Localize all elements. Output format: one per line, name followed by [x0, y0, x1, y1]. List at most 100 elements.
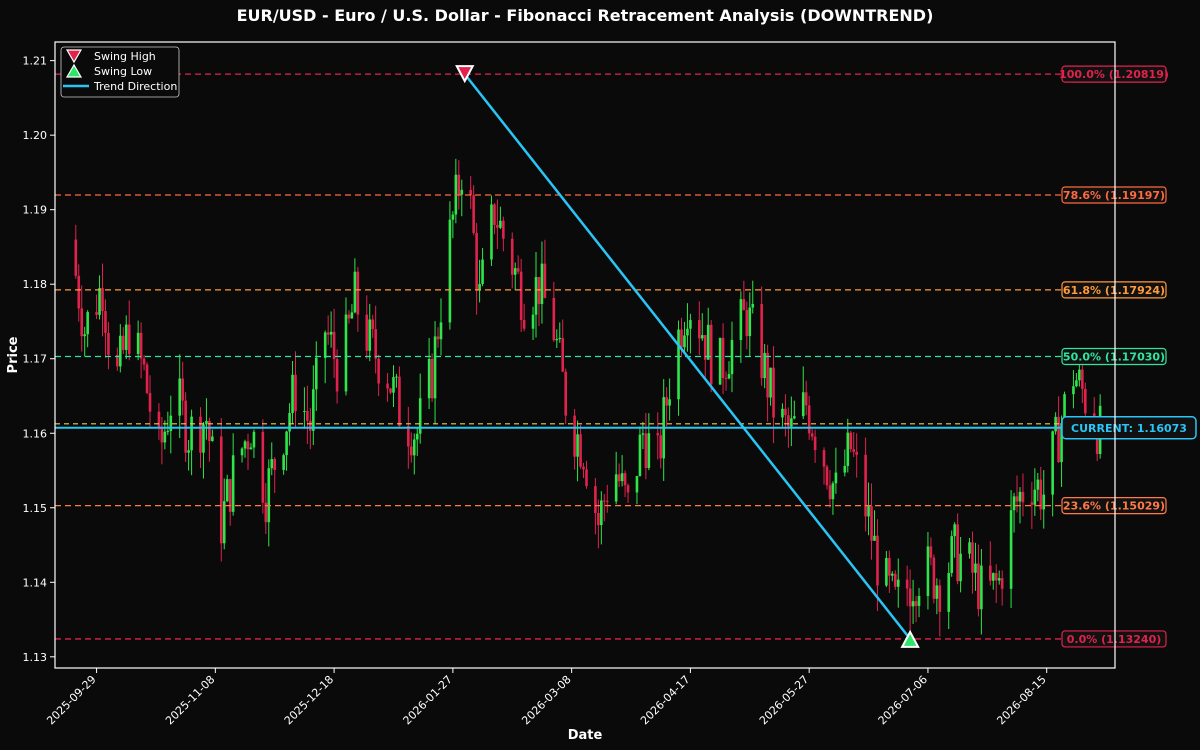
candle-body [852, 449, 856, 452]
candle-body [926, 546, 930, 597]
candle-body [709, 324, 713, 385]
x-axis-label: Date [568, 728, 603, 743]
candle-body [947, 572, 951, 612]
y-axis-label: Price [6, 336, 21, 373]
candle-body [344, 314, 348, 392]
candle-body [1051, 431, 1054, 495]
candle-body [579, 434, 582, 467]
candle-body [540, 263, 544, 305]
candle-body [356, 271, 360, 315]
candle-body [573, 415, 576, 457]
candle-body [433, 336, 437, 399]
candle-body [1009, 510, 1013, 589]
candle-body [371, 319, 375, 330]
candle-body [602, 500, 606, 502]
candle-body [365, 314, 369, 351]
candle-body [240, 448, 244, 456]
candle-body [950, 536, 953, 573]
candle-body [730, 340, 734, 375]
candle-body [430, 358, 434, 399]
candle-body [415, 433, 419, 440]
candle-body [243, 441, 247, 449]
candle-body [543, 263, 547, 298]
candle-body [1039, 479, 1043, 510]
candle-body [896, 579, 900, 587]
candle-body [623, 473, 627, 486]
candle-body [911, 601, 915, 607]
candle-body [502, 220, 505, 239]
legend-label: Trend Direction [93, 80, 177, 93]
candle-body [665, 397, 668, 406]
candle-body [790, 418, 793, 427]
candle-body [1042, 494, 1046, 510]
candle-body [1072, 386, 1075, 395]
candle-body [395, 376, 398, 378]
candle-body [410, 446, 413, 456]
candle-body [136, 332, 140, 354]
candle-body [294, 374, 297, 412]
candle-body [335, 359, 339, 392]
candle-body [724, 378, 728, 380]
candle-body [683, 335, 686, 348]
candle-body [427, 358, 431, 399]
candle-body [727, 374, 731, 379]
candle-body [1036, 479, 1040, 490]
candle-body [997, 578, 1001, 581]
candle-body [516, 268, 520, 272]
candle-body [211, 436, 214, 442]
candle-body [908, 588, 912, 607]
candle-body [914, 601, 918, 606]
candle-body [787, 415, 790, 427]
candle-body [166, 431, 170, 433]
candle-body [994, 573, 998, 581]
candle-body [309, 420, 312, 431]
candle-body [291, 374, 294, 414]
candle-body [312, 389, 315, 431]
candle-body [597, 512, 600, 526]
candle-body [698, 320, 701, 339]
fib-level-label: 61.8% (1.17924) [1063, 284, 1165, 297]
y-tick-label: 1.17 [23, 353, 48, 366]
y-tick-label: 1.13 [23, 651, 48, 664]
candle-body [1075, 380, 1078, 387]
candle-body [801, 392, 805, 417]
candle-body [739, 299, 743, 341]
candle-body [718, 337, 722, 385]
candle-body [974, 563, 977, 573]
candle-body [935, 585, 939, 599]
candle-body [807, 405, 811, 434]
candle-body [83, 334, 86, 337]
candle-body [142, 358, 146, 365]
candle-body [1021, 491, 1025, 503]
candle-body [368, 319, 372, 351]
candle-body [451, 214, 455, 220]
candle-body [641, 433, 645, 435]
candle-body [252, 431, 256, 448]
candle-body [700, 335, 704, 339]
candle-body [513, 268, 517, 275]
fib-level-label: 50.0% (1.17030) [1063, 350, 1165, 363]
candle-body [956, 524, 959, 582]
y-tick-label: 1.15 [23, 502, 48, 515]
candle-body [831, 483, 835, 500]
candle-body [499, 220, 502, 228]
candle-body [561, 337, 565, 372]
candle-body [157, 411, 161, 429]
candle-body [472, 195, 475, 233]
candle-body [873, 535, 876, 541]
candle-body [1018, 491, 1022, 502]
candle-body [864, 454, 867, 517]
chart-title: EUR/USD - Euro / U.S. Dollar - Fibonacci… [237, 6, 934, 25]
candle-body [867, 506, 870, 517]
candle-body [228, 479, 232, 512]
candle-body [1000, 578, 1004, 589]
candle-body [199, 416, 202, 453]
candle-body [181, 378, 184, 401]
candle-body [350, 312, 354, 319]
candle-body [849, 432, 853, 450]
candle-body [522, 319, 526, 329]
candle-body [104, 311, 107, 333]
candle-body [77, 275, 81, 309]
candle-body [689, 320, 692, 329]
candle-body [968, 542, 971, 554]
